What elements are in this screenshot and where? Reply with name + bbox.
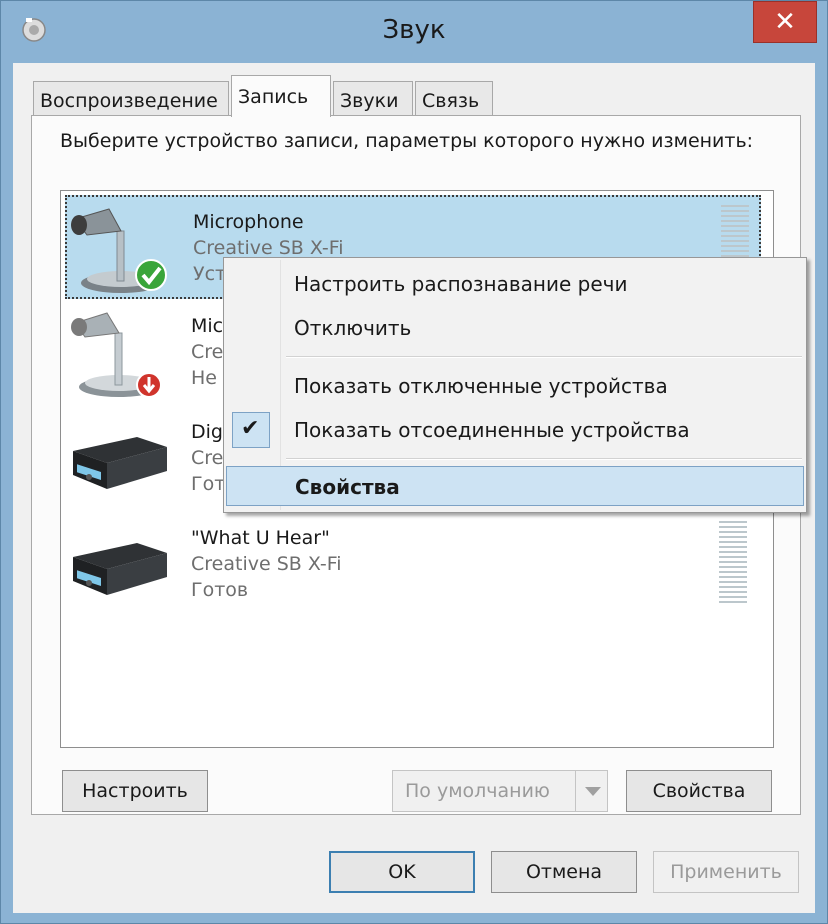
device-status: Не (191, 367, 217, 389)
device-row-what-u-hear[interactable]: "What U Hear" Creative SB X-Fi Готов (65, 513, 761, 617)
tab-sounds[interactable]: Звуки (333, 81, 413, 115)
device-subtitle: Creative SB X-Fi (191, 553, 342, 575)
device-status: Готов (191, 579, 249, 601)
device-subtitle: Cre (191, 447, 224, 469)
menu-item-show-disabled[interactable]: Показать отключенные устройства (226, 366, 804, 406)
menu-separator (286, 356, 802, 358)
menu-item-label: Свойства (295, 475, 400, 499)
set-default-label: По умолчанию (405, 780, 550, 802)
device-context-menu: Настроить распознавание речи Отключить П… (223, 257, 807, 513)
menu-separator (286, 458, 802, 460)
level-meter (719, 521, 747, 605)
cancel-button[interactable]: Отмена (491, 851, 637, 893)
menu-item-disable[interactable]: Отключить (226, 308, 804, 348)
menu-item-label: Настроить распознавание речи (294, 272, 628, 296)
sound-card-icon (73, 437, 167, 489)
microphone-disconnected-icon (71, 312, 162, 398)
configure-button[interactable]: Настроить (62, 770, 208, 812)
close-button[interactable]: ✕ (753, 1, 817, 43)
chevron-down-icon[interactable] (575, 771, 607, 811)
checkmark-icon: ✔ (241, 416, 260, 441)
menu-item-label: Отключить (294, 316, 412, 340)
instruction-text: Выберите устройство записи, параметры ко… (60, 130, 754, 152)
apply-button[interactable]: Применить (653, 851, 799, 893)
device-name: "What U Hear" (191, 527, 330, 549)
window-title: Звук (382, 15, 446, 45)
set-default-split-button[interactable]: По умолчанию (392, 770, 608, 812)
device-name: Dig (191, 421, 223, 443)
menu-item-properties[interactable]: Свойства (226, 466, 804, 506)
title-bar[interactable]: Звук ✕ (1, 1, 827, 63)
menu-item-show-disconnected[interactable]: ✔ Показать отсоединенные устройства (226, 410, 804, 450)
microphone-default-icon (71, 208, 167, 293)
properties-button[interactable]: Свойства (626, 770, 772, 812)
device-name: Microphone (193, 211, 304, 233)
tab-playback[interactable]: Воспроизведение (33, 81, 229, 115)
sound-dialog-window: Звук ✕ Воспроизведение Запись Звуки Связ… (0, 0, 828, 924)
sound-card-icon (73, 543, 167, 595)
menu-check-indicator: ✔ (232, 412, 270, 448)
tab-recording[interactable]: Запись (231, 75, 331, 117)
menu-item-label: Показать отсоединенные устройства (294, 418, 690, 442)
menu-item-configure-speech[interactable]: Настроить распознавание речи (226, 264, 804, 304)
device-name: Mic (191, 315, 224, 337)
tab-communications[interactable]: Связь (415, 81, 493, 115)
device-subtitle: Creative SB X-Fi (193, 237, 344, 259)
menu-item-label: Показать отключенные устройства (294, 374, 668, 398)
ok-button[interactable]: OK (329, 851, 475, 893)
